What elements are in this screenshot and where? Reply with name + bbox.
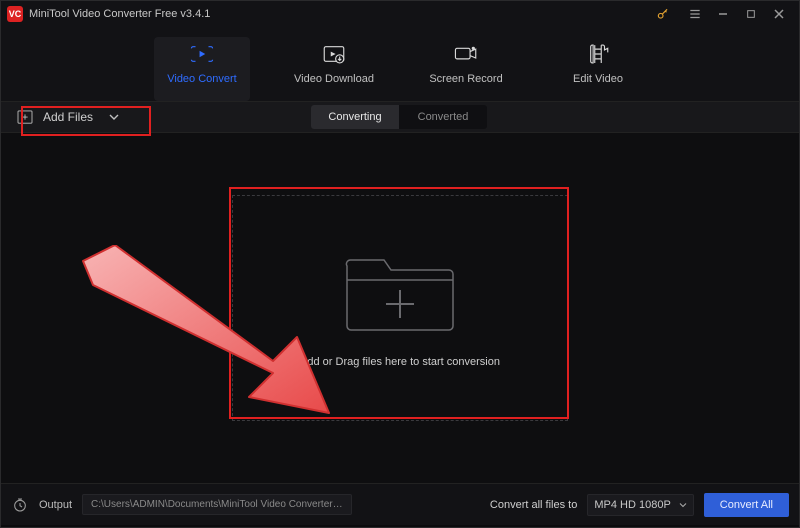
title-bar: VC MiniTool Video Converter Free v3.4.1 <box>1 1 799 27</box>
maximize-button[interactable] <box>737 1 765 27</box>
clock-icon[interactable] <box>11 496 29 514</box>
secondary-bar: Add Files Converting Converted <box>1 101 799 133</box>
output-label: Output <box>39 499 72 511</box>
drop-zone-hint: Add or Drag files here to start conversi… <box>300 356 500 368</box>
tab-label: Edit Video <box>573 73 623 85</box>
hamburger-menu-icon[interactable] <box>681 1 709 27</box>
tab-edit-video[interactable]: Edit Video <box>550 37 646 101</box>
chevron-down-icon <box>679 502 687 508</box>
output-format-selector[interactable]: MP4 HD 1080P <box>587 494 693 516</box>
key-icon[interactable] <box>649 1 677 27</box>
footer-bar: Output C:\Users\ADMIN\Documents\MiniTool… <box>1 483 799 525</box>
chevron-down-icon <box>109 113 119 121</box>
output-path-field[interactable]: C:\Users\ADMIN\Documents\MiniTool Video … <box>82 494 352 515</box>
close-button[interactable] <box>765 1 793 27</box>
tab-label: Video Download <box>294 73 374 85</box>
tab-label: Screen Record <box>429 73 502 85</box>
add-files-button[interactable]: Add Files <box>7 102 129 132</box>
add-files-label: Add Files <box>43 110 93 124</box>
drop-zone[interactable]: Add or Drag files here to start conversi… <box>232 195 568 421</box>
convert-all-to-label: Convert all files to <box>490 499 577 511</box>
main-nav-tabs: Video Convert Video Download Screen Reco… <box>1 27 799 101</box>
convert-all-button[interactable]: Convert All <box>704 493 789 517</box>
tab-label: Video Convert <box>167 73 237 85</box>
seg-converted[interactable]: Converted <box>399 105 487 129</box>
app-logo: VC <box>7 6 23 22</box>
output-format-value: MP4 HD 1080P <box>594 499 670 511</box>
folder-plus-icon <box>341 248 459 338</box>
add-file-icon <box>17 110 33 124</box>
seg-converting[interactable]: Converting <box>311 105 399 129</box>
tab-video-download[interactable]: Video Download <box>286 37 382 101</box>
conversion-state-segmented: Converting Converted <box>311 105 487 129</box>
main-area: Add or Drag files here to start conversi… <box>1 133 799 483</box>
app-title: MiniTool Video Converter Free v3.4.1 <box>29 8 210 20</box>
tab-screen-record[interactable]: Screen Record <box>418 37 514 101</box>
tab-video-convert[interactable]: Video Convert <box>154 37 250 101</box>
minimize-button[interactable] <box>709 1 737 27</box>
